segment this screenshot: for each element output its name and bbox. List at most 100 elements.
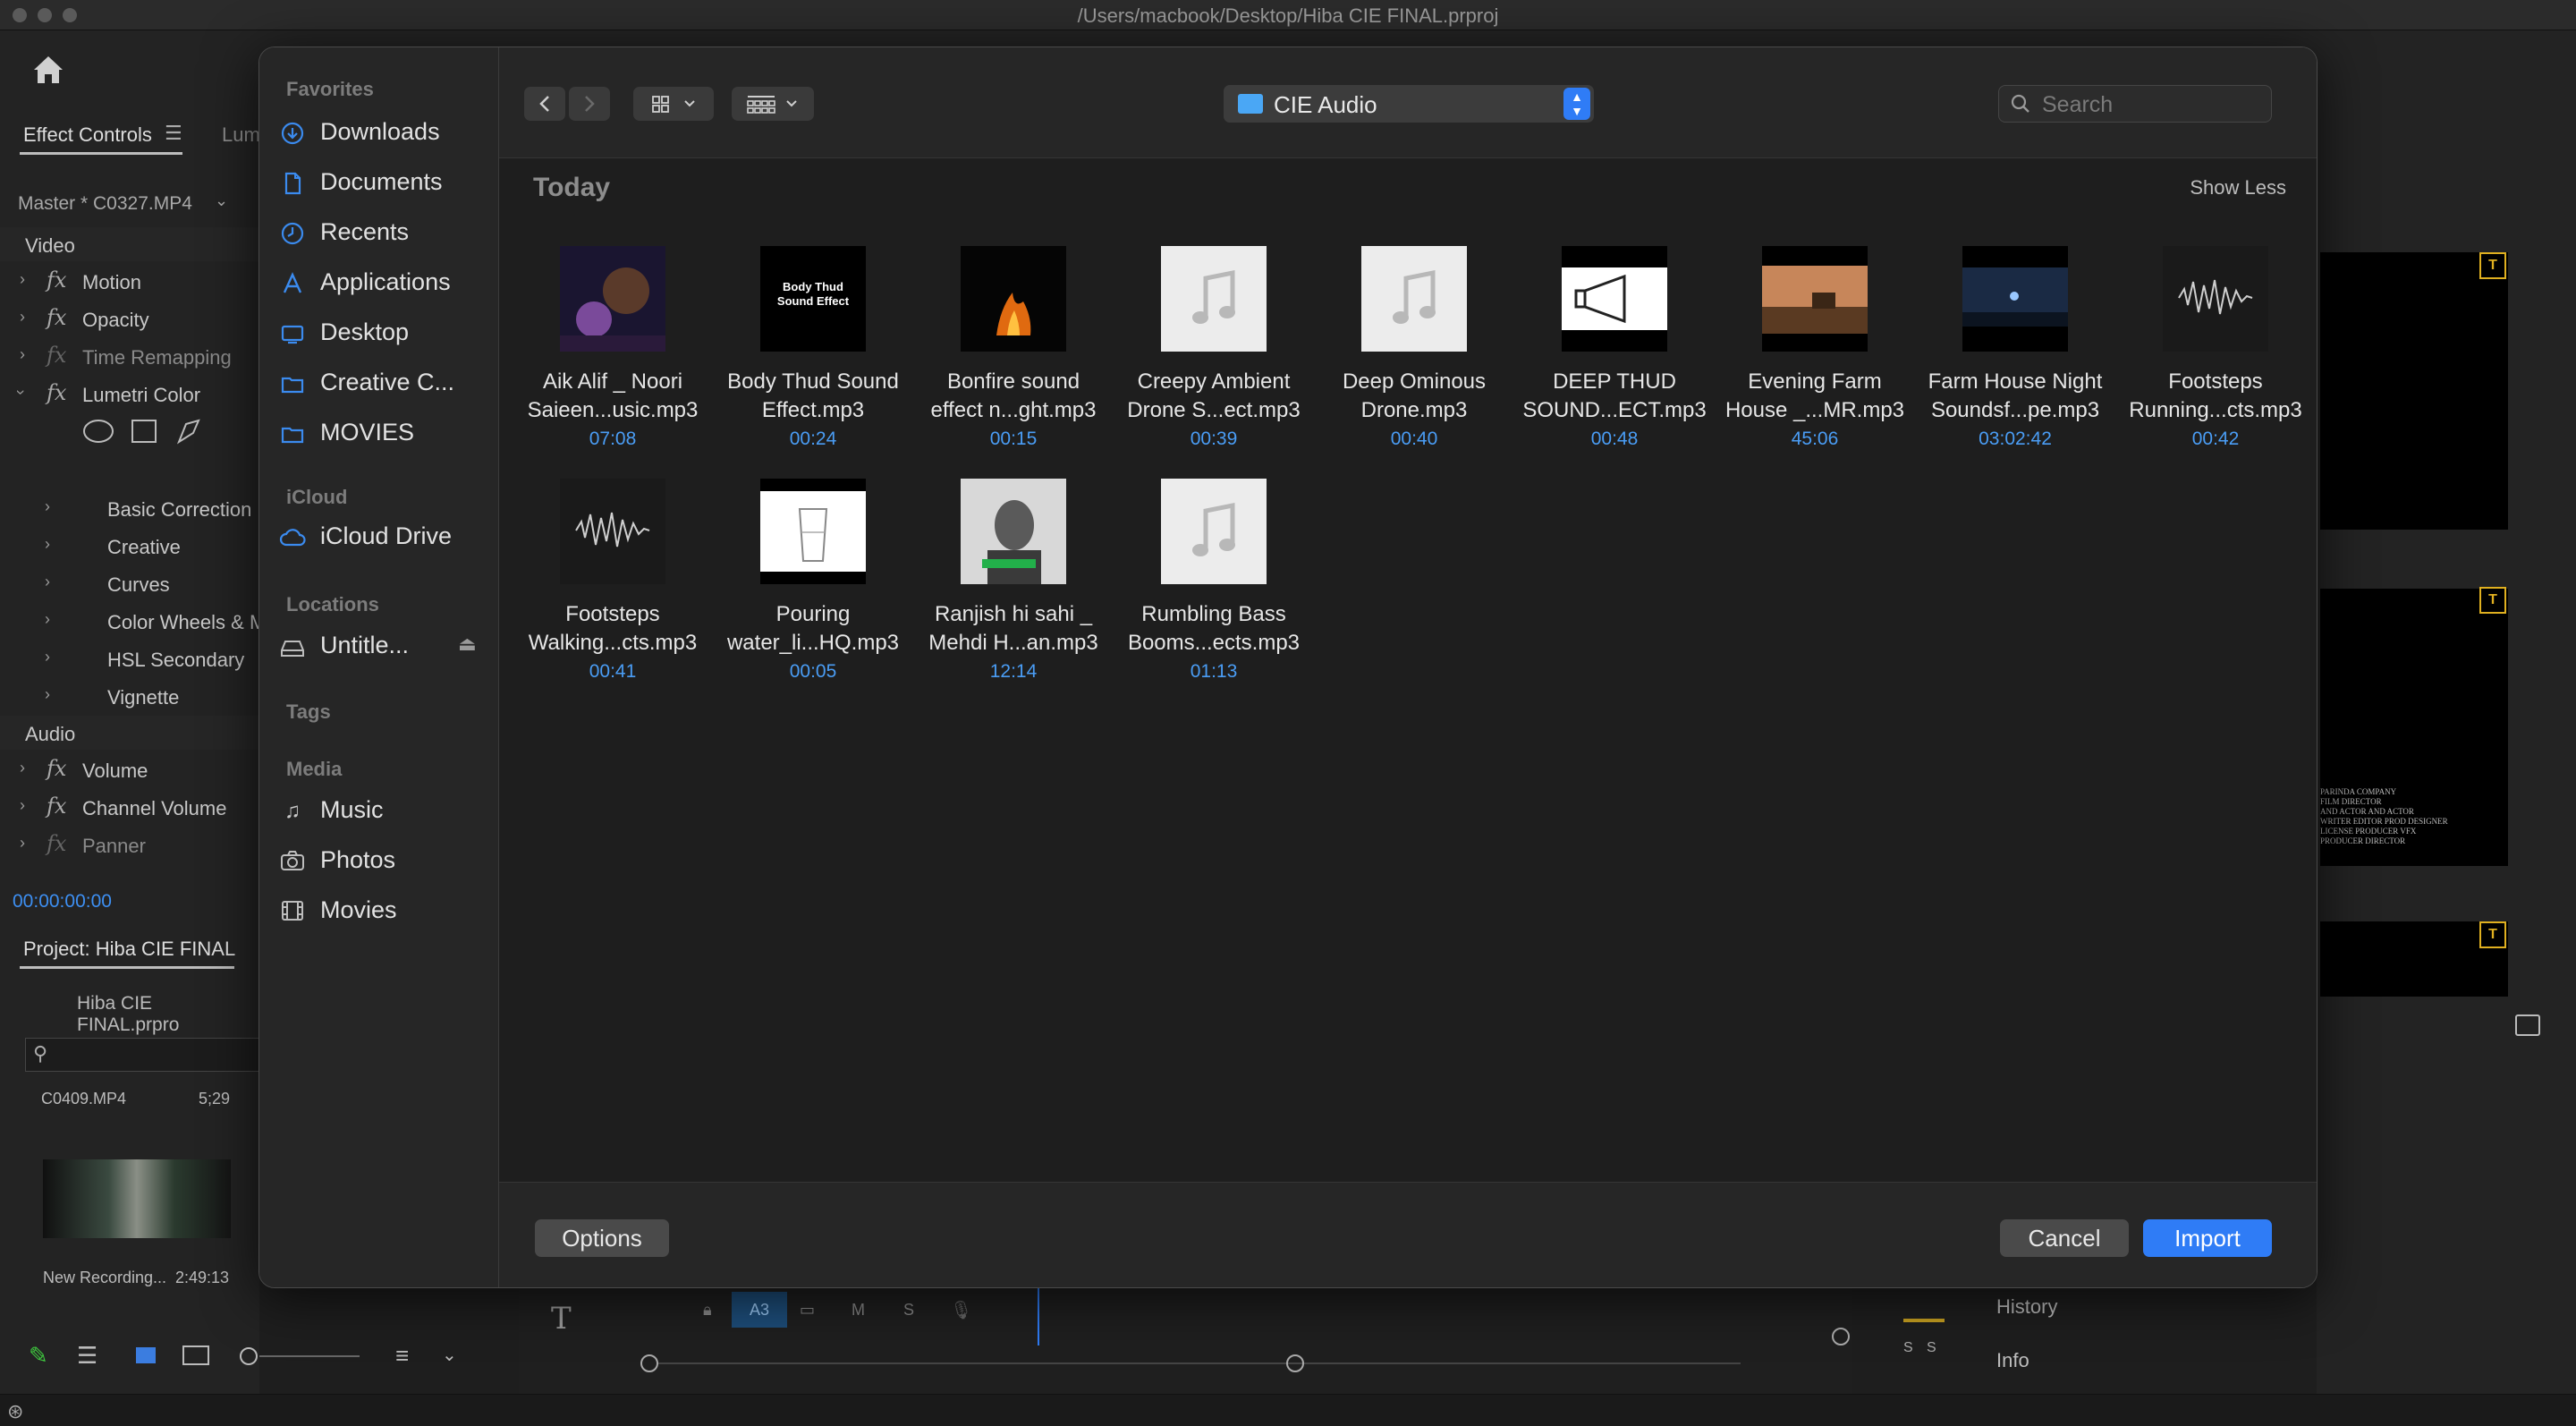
- timeline-scrollbar[interactable]: [658, 1362, 1741, 1364]
- sidebar-item-applications[interactable]: Applications: [275, 260, 490, 305]
- file-item[interactable]: Footsteps Running...cts.mp3 00:42: [2116, 246, 2315, 470]
- sidebar-item-photos[interactable]: Photos: [275, 838, 490, 883]
- chevron-right-icon[interactable]: ›: [45, 573, 50, 591]
- solo-right[interactable]: S: [1927, 1340, 1936, 1356]
- sidebar-item-desktop[interactable]: Desktop: [275, 310, 490, 355]
- search-field[interactable]: [1998, 85, 2272, 123]
- file-item[interactable]: Footsteps Walking...cts.mp3 00:41: [513, 479, 712, 702]
- file-item[interactable]: Farm House Night Soundsf...pe.mp3 03:02:4…: [1916, 246, 2114, 470]
- lumetri-color-wheels[interactable]: › Color Wheels & M: [0, 603, 266, 639]
- file-item[interactable]: Rumbling Bass Booms...ects.mp3 01:13: [1114, 479, 1313, 702]
- list-view-icon[interactable]: ☰: [77, 1342, 97, 1370]
- sidebar-item-music[interactable]: ♫ Music: [275, 788, 490, 833]
- lumetri-creative[interactable]: › Creative: [0, 528, 259, 564]
- history-panel-label[interactable]: History: [1996, 1295, 2057, 1319]
- file-item[interactable]: Bonfire sound effect n...ght.mp3 00:15: [914, 246, 1113, 470]
- fx-icon[interactable]: fx: [47, 756, 66, 781]
- file-item[interactable]: Pouring water_li...HQ.mp3 00:05: [714, 479, 912, 702]
- file-item[interactable]: Ranjish hi sahi _ Mehdi H...an.mp3 12:14: [914, 479, 1113, 702]
- project-search-field[interactable]: ⚲: [25, 1038, 259, 1072]
- effect-motion[interactable]: › fx Motion: [0, 263, 259, 299]
- file-item[interactable]: Evening Farm House _...MR.mp3 45:06: [1716, 246, 1914, 470]
- master-clip-selector[interactable]: Master * C0327.MP4: [18, 193, 192, 215]
- preview-thumbnail[interactable]: [2320, 252, 2508, 530]
- effect-opacity[interactable]: › fx Opacity: [0, 301, 259, 336]
- tab-project[interactable]: Project: Hiba CIE FINAL: [23, 938, 235, 961]
- forward-button[interactable]: [569, 87, 610, 121]
- effect-volume[interactable]: › fx Volume: [0, 751, 259, 787]
- panel-menu-icon[interactable]: ☰: [165, 122, 182, 145]
- options-button[interactable]: Options: [535, 1219, 669, 1257]
- sidebar-item-movies[interactable]: Movies: [275, 888, 490, 933]
- chevron-right-icon[interactable]: ›: [45, 648, 50, 666]
- pencil-icon[interactable]: ✎: [29, 1342, 48, 1370]
- fx-icon[interactable]: fx: [47, 305, 66, 330]
- tab-effect-controls[interactable]: Effect Controls: [23, 123, 152, 147]
- vertical-zoom-handle[interactable]: [1832, 1328, 1850, 1345]
- effect-panner[interactable]: › fx Panner: [0, 827, 259, 862]
- lumetri-hsl-secondary[interactable]: › HSL Secondary: [0, 641, 259, 676]
- chevron-down-icon[interactable]: ⌄: [215, 191, 228, 210]
- chevron-right-icon[interactable]: ›: [20, 345, 25, 364]
- solo-track-button[interactable]: S: [903, 1301, 914, 1320]
- sidebar-item-downloads[interactable]: Downloads: [275, 110, 490, 155]
- scroll-handle-left[interactable]: [640, 1354, 658, 1372]
- import-button[interactable]: Import: [2143, 1219, 2272, 1257]
- file-item[interactable]: Body Thud Sound Effect Body Thud Sound Ef…: [714, 246, 912, 470]
- clip-thumbnail[interactable]: [43, 1159, 231, 1238]
- camera-icon[interactable]: ▭: [800, 1301, 815, 1320]
- creative-cloud-icon[interactable]: ⊛: [7, 1400, 23, 1423]
- new-item-icon[interactable]: [2515, 1014, 2540, 1036]
- text-layer-icon[interactable]: T: [2479, 252, 2506, 279]
- fx-icon[interactable]: fx: [47, 267, 66, 293]
- text-layer-icon[interactable]: T: [2479, 921, 2506, 948]
- zoom-slider-handle[interactable]: [240, 1347, 258, 1365]
- effect-channel-volume[interactable]: › fx Channel Volume: [0, 789, 259, 825]
- cancel-button[interactable]: Cancel: [2000, 1219, 2129, 1257]
- chevron-right-icon[interactable]: ›: [20, 308, 25, 327]
- chevron-right-icon[interactable]: ›: [20, 834, 25, 853]
- chevron-down-icon[interactable]: ›: [12, 390, 30, 395]
- track-a3-label[interactable]: A3: [732, 1292, 787, 1328]
- type-tool-icon[interactable]: T: [551, 1301, 572, 1337]
- lumetri-vignette[interactable]: › Vignette: [0, 678, 259, 714]
- show-less-button[interactable]: Show Less: [2190, 176, 2286, 199]
- lock-icon[interactable]: 🔒︎: [703, 1301, 712, 1320]
- back-button[interactable]: [524, 87, 565, 121]
- view-mode-button[interactable]: [633, 87, 714, 121]
- sidebar-item-creative-cloud[interactable]: Creative C...: [275, 361, 490, 405]
- text-layer-icon[interactable]: T: [2479, 587, 2506, 614]
- location-popup[interactable]: CIE Audio ▲ ▼: [1224, 85, 1594, 123]
- sidebar-item-recents[interactable]: Recents: [275, 210, 490, 255]
- chevron-right-icon[interactable]: ›: [20, 759, 25, 777]
- chevron-right-icon[interactable]: ›: [20, 796, 25, 815]
- lumetri-basic-correction[interactable]: › Basic Correction: [0, 490, 259, 526]
- eject-icon[interactable]: ⏏: [458, 632, 477, 656]
- info-panel-label[interactable]: Info: [1996, 1349, 2029, 1372]
- chevron-right-icon[interactable]: ›: [20, 270, 25, 289]
- playhead-line[interactable]: [1038, 1288, 1039, 1345]
- sidebar-item-documents[interactable]: Documents: [275, 160, 490, 205]
- mute-track-button[interactable]: M: [852, 1301, 865, 1320]
- mask-tools[interactable]: [79, 415, 213, 447]
- group-by-button[interactable]: [732, 87, 814, 121]
- solo-left[interactable]: S: [1903, 1340, 1913, 1356]
- chevron-right-icon[interactable]: ›: [45, 685, 50, 704]
- tab-lumetri[interactable]: Lum: [222, 123, 260, 147]
- search-input[interactable]: [2042, 91, 2257, 118]
- zoom-slider-track[interactable]: [259, 1355, 360, 1357]
- effect-lumetri-color[interactable]: › fx Lumetri Color: [0, 376, 259, 412]
- file-item[interactable]: Aik Alif _ Noori Saieen...usic.mp3 07:08: [513, 246, 712, 470]
- freeform-view-icon[interactable]: [182, 1345, 209, 1365]
- fx-icon[interactable]: fx: [47, 794, 66, 819]
- fx-icon[interactable]: fx: [47, 380, 66, 405]
- home-icon[interactable]: [30, 52, 66, 88]
- file-item[interactable]: DEEP THUD SOUND...ECT.mp3 00:48: [1515, 246, 1714, 470]
- chevron-right-icon[interactable]: ›: [45, 535, 50, 554]
- chevron-down-icon[interactable]: ⌄: [442, 1344, 457, 1366]
- playhead-timecode[interactable]: 00:00:00:00: [13, 891, 112, 912]
- icon-view-icon[interactable]: [136, 1347, 156, 1363]
- scroll-handle-right[interactable]: [1286, 1354, 1304, 1372]
- file-item[interactable]: Deep Ominous Drone.mp3 00:40: [1315, 246, 1513, 470]
- file-item[interactable]: Creepy Ambient Drone S...ect.mp3 00:39: [1114, 246, 1313, 470]
